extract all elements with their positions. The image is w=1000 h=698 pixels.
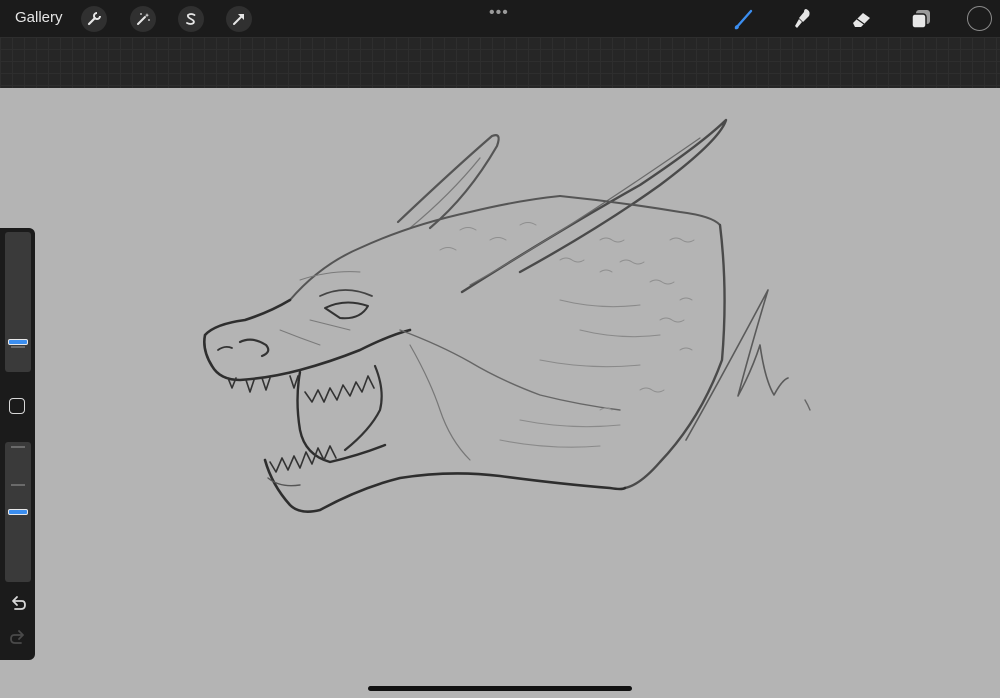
magic-wand-icon <box>137 13 150 25</box>
left-sidebar <box>0 228 35 660</box>
layers-icon <box>911 10 930 29</box>
drawing-canvas[interactable] <box>0 88 1000 698</box>
slider-tick <box>11 446 25 448</box>
slider-tick <box>11 346 25 348</box>
color-picker-button[interactable] <box>967 6 992 31</box>
gallery-button[interactable]: Gallery <box>15 9 63 26</box>
undo-icon <box>12 596 26 610</box>
eraser-icon <box>853 13 870 27</box>
opacity-thumb[interactable] <box>8 509 28 515</box>
opacity-slider[interactable] <box>5 442 31 582</box>
undo-button[interactable] <box>8 594 28 614</box>
smudge-tool-button[interactable] <box>789 5 817 33</box>
adjustments-button[interactable] <box>130 6 156 32</box>
selection-s-icon <box>186 13 196 25</box>
brush-tool-button[interactable] <box>730 5 758 33</box>
selection-button[interactable] <box>178 6 204 32</box>
brush-size-thumb[interactable] <box>8 339 28 346</box>
smudge-icon <box>795 9 810 28</box>
transform-arrow-icon <box>233 14 244 25</box>
redo-icon <box>10 630 24 644</box>
wrench-icon <box>87 12 101 26</box>
dragon-sketch-artwork <box>203 118 811 513</box>
eraser-tool-button[interactable] <box>848 5 876 33</box>
brush-size-slider[interactable] <box>5 232 31 372</box>
modify-square-icon[interactable] <box>9 398 25 414</box>
top-toolbar: Gallery ••• <box>0 0 1000 37</box>
actions-button[interactable] <box>81 6 107 32</box>
layers-button[interactable] <box>907 5 935 33</box>
more-options-dots[interactable]: ••• <box>489 4 509 22</box>
transform-button[interactable] <box>226 6 252 32</box>
slider-tick <box>11 484 25 486</box>
home-indicator[interactable] <box>368 686 632 691</box>
redo-button[interactable] <box>8 628 28 648</box>
canvas-grid-margin <box>0 37 1000 88</box>
brush-icon <box>734 9 753 30</box>
